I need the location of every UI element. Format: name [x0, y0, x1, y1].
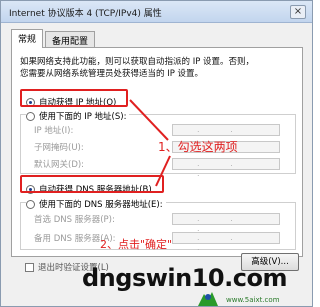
watermark-text: dngswin10.com — [82, 264, 287, 292]
annotation-step1: 1、勾选这两项 — [158, 140, 238, 154]
annotation-arrows — [129, 99, 171, 187]
watermark-logo — [198, 292, 218, 306]
watermark-url: www.5aixt.com — [226, 296, 280, 304]
tab-general[interactable]: 常规 — [11, 29, 44, 48]
annotation-step2: 2、点击"确定" — [100, 238, 173, 251]
